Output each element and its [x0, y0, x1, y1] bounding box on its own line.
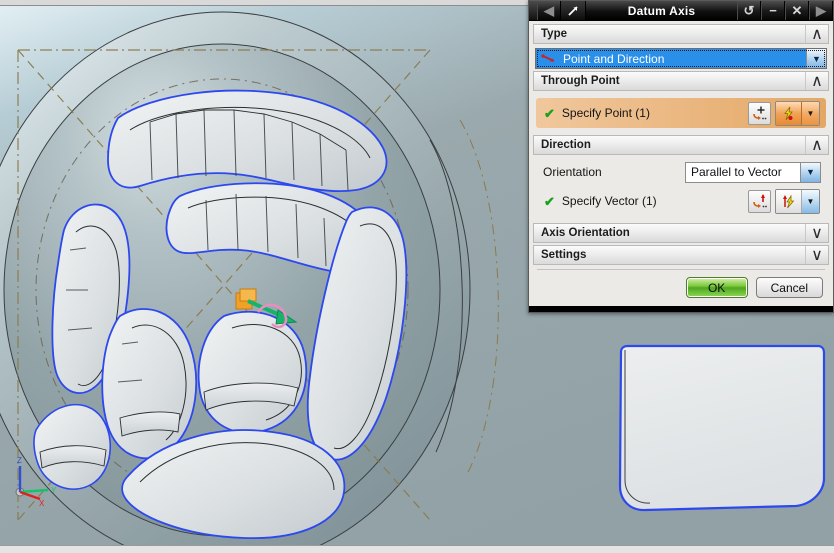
chevron-up-icon-direction[interactable]: ∧	[805, 136, 828, 154]
group-label-direction: Direction	[541, 139, 591, 151]
ok-button[interactable]: OK	[685, 277, 748, 298]
group-body-direction: Orientation Parallel to Vector ▼ ✔ Speci…	[533, 157, 829, 223]
check-icon-point: ✔	[544, 105, 555, 121]
specify-point-row[interactable]: ✔ Specify Point (1) ▼	[536, 98, 826, 128]
specify-vector-label-wrap: ✔ Specify Vector (1)	[544, 194, 748, 208]
specify-vector-label: Specify Vector (1)	[561, 194, 657, 208]
group-header-direction[interactable]: Direction ∧	[533, 135, 829, 155]
back-arrow-icon[interactable]: ◀	[537, 1, 561, 20]
snap-point-split-button[interactable]: ▼	[775, 100, 820, 126]
minimize-icon[interactable]: −	[761, 1, 785, 20]
specify-point-label: Specify Point (1)	[561, 106, 650, 120]
group-label-through-point: Through Point	[541, 75, 620, 87]
close-icon[interactable]: ✕	[785, 1, 809, 20]
group-header-through-point[interactable]: Through Point ∧	[533, 71, 829, 91]
group-body-type: Point and Direction ▼	[533, 46, 829, 71]
reset-icon[interactable]: ↺	[737, 1, 761, 20]
type-dropdown-value: Point and Direction	[563, 51, 665, 66]
group-header-type[interactable]: Type ∧	[533, 24, 829, 44]
orientation-dropdown[interactable]: Parallel to Vector ▼	[685, 161, 821, 183]
vector-constructor-icon[interactable]	[748, 189, 771, 213]
type-dropdown-content: Point and Direction	[536, 49, 806, 68]
snap-point-icon[interactable]	[776, 101, 802, 125]
group-body-through-point: ✔ Specify Point (1) ▼	[533, 93, 829, 135]
specify-point-label-wrap: ✔ Specify Point (1)	[544, 106, 748, 120]
group-label-axis-orientation: Axis Orientation	[541, 227, 630, 239]
snap-vector-icon[interactable]	[776, 189, 802, 213]
chevron-down-icon-orientation[interactable]: ▼	[800, 162, 820, 182]
orientation-row: Orientation Parallel to Vector ▼	[535, 160, 827, 184]
wcs-triad: Z Y X	[15, 456, 57, 508]
datum-axis-icon	[561, 1, 586, 20]
chevron-up-icon-through-point[interactable]: ∧	[805, 72, 828, 90]
dialog-body: Type ∧ Point and Direction ▼ Through Poi…	[529, 21, 833, 270]
orientation-label: Orientation	[543, 165, 602, 179]
dialog-title: Datum Axis	[586, 1, 737, 20]
titlebar-spacer	[529, 1, 537, 20]
group-label-settings: Settings	[541, 249, 587, 261]
chevron-down-icon-snap-vector[interactable]: ▼	[802, 189, 819, 213]
group-label-type: Type	[541, 28, 567, 40]
group-header-settings[interactable]: Settings ∨	[533, 245, 829, 265]
chevron-down-icon-snap-point[interactable]: ▼	[802, 101, 819, 125]
point-and-direction-icon	[541, 54, 555, 62]
check-icon-vector: ✔	[544, 193, 555, 209]
orientation-dropdown-value: Parallel to Vector	[691, 165, 782, 179]
triad-y-label: Y	[51, 486, 57, 495]
dialog-bottom-bar	[529, 306, 833, 312]
cancel-button[interactable]: Cancel	[755, 277, 823, 298]
specify-vector-row[interactable]: ✔ Specify Vector (1) ▼	[536, 186, 826, 216]
chevron-down-icon-settings[interactable]: ∨	[805, 246, 828, 264]
triad-x-label: X	[39, 499, 45, 508]
dialog-titlebar[interactable]: ◀ Datum Axis ↺ − ✕ ▶	[529, 1, 833, 21]
forward-arrow-icon[interactable]: ▶	[809, 1, 833, 20]
chevron-up-icon-type[interactable]: ∧	[805, 25, 828, 43]
group-header-axis-orientation[interactable]: Axis Orientation ∨	[533, 223, 829, 243]
dialog-footer: OK Cancel	[529, 270, 833, 306]
orientation-dropdown-wrap: Parallel to Vector ▼	[685, 161, 821, 183]
orientation-dropdown-value-wrap: Parallel to Vector	[686, 163, 800, 182]
chevron-down-icon-axis-orientation[interactable]: ∨	[805, 224, 828, 242]
type-dropdown[interactable]: Point and Direction ▼	[535, 48, 827, 69]
point-constructor-icon[interactable]	[748, 101, 771, 125]
nx-application-window: Z Y X ◀ Datum Axis ↺ − ✕ ▶ Type ∧ Point …	[0, 0, 834, 553]
datum-axis-dialog[interactable]: ◀ Datum Axis ↺ − ✕ ▶ Type ∧ Point and Di…	[528, 0, 834, 313]
snap-vector-split-button[interactable]: ▼	[775, 188, 820, 214]
chevron-down-icon-type-dropdown[interactable]: ▼	[806, 49, 826, 68]
triad-z-label: Z	[17, 456, 22, 465]
